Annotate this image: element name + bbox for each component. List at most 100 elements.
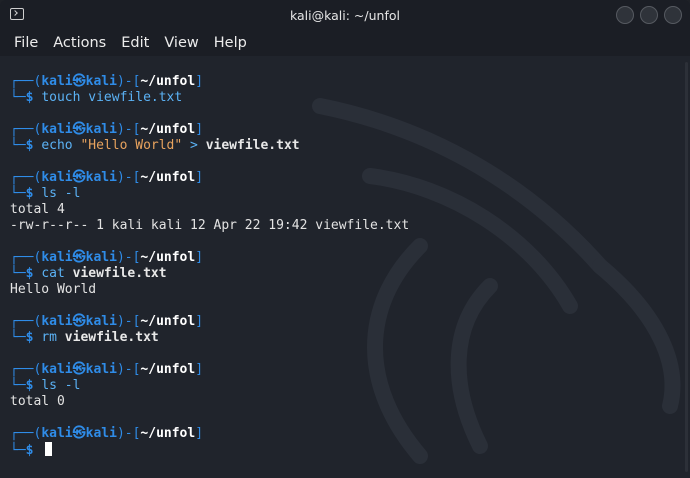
- command-string: "Hello World": [80, 138, 183, 153]
- prompt-header: ┌──(kali㉿kali)-[~/unfol]: [10, 74, 409, 90]
- command-name: cat: [41, 266, 65, 281]
- prompt-frame: └─: [10, 186, 26, 201]
- command-name: echo: [41, 138, 73, 153]
- text-cursor: [45, 442, 53, 456]
- prompt-path: ~/unfol: [140, 170, 196, 185]
- command-line: └─$ cat viewfile.txt: [10, 266, 409, 282]
- menu-file[interactable]: File: [14, 35, 38, 51]
- command-name: ls: [41, 378, 57, 393]
- prompt-frame: ]: [195, 362, 204, 377]
- menu-bar: File Actions Edit View Help: [0, 30, 690, 56]
- minimize-button[interactable]: [616, 6, 634, 24]
- prompt-frame: )-[: [116, 362, 141, 377]
- prompt-frame: └─: [10, 90, 26, 105]
- window-controls: [616, 6, 682, 24]
- command-args: viewfile.txt: [72, 266, 167, 281]
- menu-actions[interactable]: Actions: [53, 35, 106, 51]
- prompt-header: ┌──(kali㉿kali)-[~/unfol]: [10, 314, 409, 330]
- prompt-frame: ┌──(: [10, 122, 42, 137]
- command-args: -l: [64, 378, 81, 393]
- output-line: total 0: [10, 394, 65, 409]
- prompt-user-host: kali㉿kali: [41, 122, 117, 137]
- menu-help[interactable]: Help: [214, 35, 247, 51]
- title-bar[interactable]: kali@kali: ~/unfol: [0, 0, 690, 30]
- maximize-button[interactable]: [640, 6, 658, 24]
- prompt-header: ┌──(kali㉿kali)-[~/unfol]: [10, 170, 409, 186]
- prompt-frame: ┌──(: [10, 74, 42, 89]
- terminal-window: kali@kali: ~/unfol File Actions Edit Vie…: [0, 0, 690, 478]
- output-line: Hello World: [10, 282, 97, 297]
- prompt-user-host: kali㉿kali: [41, 362, 117, 377]
- prompt-frame: )-[: [116, 74, 141, 89]
- prompt-user-host: kali㉿kali: [41, 426, 117, 441]
- prompt-path: ~/unfol: [140, 362, 196, 377]
- prompt-frame: )-[: [116, 122, 141, 137]
- prompt-path: ~/unfol: [140, 74, 196, 89]
- terminal-area[interactable]: ┌──(kali㉿kali)-[~/unfol] └─$ touch viewfi…: [0, 56, 690, 478]
- close-button[interactable]: [664, 6, 682, 24]
- prompt-frame: )-[: [116, 170, 141, 185]
- prompt-frame: ]: [195, 170, 204, 185]
- prompt-frame: ]: [195, 426, 204, 441]
- prompt-path: ~/unfol: [140, 122, 196, 137]
- command-line: └─$ ls -l: [10, 186, 409, 202]
- prompt-frame: )-[: [116, 426, 141, 441]
- command-name: rm: [41, 330, 57, 345]
- prompt-frame: )-[: [116, 314, 141, 329]
- menu-edit[interactable]: Edit: [121, 35, 149, 51]
- output-line: total 4: [10, 202, 65, 217]
- prompt-frame: ┌──(: [10, 426, 42, 441]
- terminal-output: ┌──(kali㉿kali)-[~/unfol] └─$ touch viewfi…: [10, 74, 409, 458]
- command-args: viewfile.txt: [205, 138, 300, 153]
- command-args: viewfile.txt: [88, 90, 183, 105]
- prompt-user-host: kali㉿kali: [41, 250, 117, 265]
- prompt-frame: ]: [195, 122, 204, 137]
- prompt-frame: └─: [10, 138, 26, 153]
- prompt-header: ┌──(kali㉿kali)-[~/unfol]: [10, 362, 409, 378]
- prompt-frame: └─: [10, 266, 26, 281]
- prompt-user-host: kali㉿kali: [41, 74, 117, 89]
- prompt-frame: └─: [10, 378, 26, 393]
- prompt-header: ┌──(kali㉿kali)-[~/unfol]: [10, 122, 409, 138]
- prompt-user-host: kali㉿kali: [41, 170, 117, 185]
- prompt-path: ~/unfol: [140, 426, 196, 441]
- prompt-header: ┌──(kali㉿kali)-[~/unfol]: [10, 426, 409, 442]
- prompt-frame: ┌──(: [10, 250, 42, 265]
- command-args: viewfile.txt: [64, 330, 159, 345]
- prompt-frame: ┌──(: [10, 362, 42, 377]
- prompt-frame: ]: [195, 74, 204, 89]
- prompt-frame: ]: [195, 250, 204, 265]
- scrollbar[interactable]: [685, 62, 688, 472]
- prompt-frame: )-[: [116, 250, 141, 265]
- output-line: -rw-r--r-- 1 kali kali 12 Apr 22 19:42 v…: [10, 218, 410, 233]
- command-line: └─$ echo "Hello World" > viewfile.txt: [10, 138, 409, 154]
- prompt-user-host: kali㉿kali: [41, 314, 117, 329]
- prompt-path: ~/unfol: [140, 250, 196, 265]
- window-title: kali@kali: ~/unfol: [290, 7, 400, 23]
- command-redirect: >: [190, 138, 198, 153]
- prompt-frame: ┌──(: [10, 170, 42, 185]
- prompt-path: ~/unfol: [140, 314, 196, 329]
- prompt-frame: └─: [10, 443, 26, 458]
- command-name: ls: [41, 186, 57, 201]
- prompt-frame: ]: [195, 314, 204, 329]
- prompt-frame: ┌──(: [10, 314, 42, 329]
- command-line: └─$ ls -l: [10, 378, 409, 394]
- command-line: └─$ touch viewfile.txt: [10, 90, 409, 106]
- command-name: touch: [41, 90, 81, 105]
- menu-view[interactable]: View: [164, 35, 198, 51]
- command-line: └─$: [10, 442, 409, 458]
- command-line: └─$ rm viewfile.txt: [10, 330, 409, 346]
